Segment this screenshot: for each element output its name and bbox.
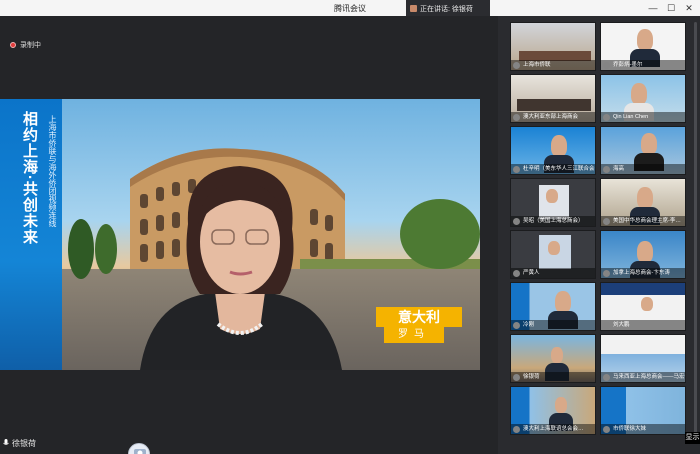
- participant-name: Qin Lian Chen: [601, 112, 685, 122]
- speaker-person: [140, 166, 342, 370]
- speaker-name: 徐银荷: [12, 439, 36, 448]
- close-button[interactable]: ✕: [682, 1, 696, 15]
- participant-tile[interactable]: 冷刚: [510, 282, 596, 331]
- participant-gallery[interactable]: 上海市侨联 乔彭炳-墨尔 澳大利亚东部上海商会 Qin Lian Chen 杜辛…: [498, 16, 700, 454]
- participant-name: 上海市侨联: [511, 60, 595, 70]
- banner-title: 相约上海·共创未来: [21, 111, 38, 245]
- participant-name: 澳大利亚东部上海商会: [511, 112, 595, 122]
- record-dot-icon: [10, 42, 16, 48]
- participant-name: 海高: [601, 164, 685, 174]
- participant-name: 严黄人: [511, 268, 595, 278]
- speaking-indicator: 正在讲话: 徐银荷: [406, 0, 490, 16]
- recording-label: 录制中: [20, 42, 41, 49]
- participant-name: 澳大利上海联谊总会会…: [511, 424, 595, 434]
- speaker-video: 相约上海·共创未来 上海市侨联与海外侨团视频连线 意大利 罗马: [0, 99, 480, 370]
- gallery-scroll-thumb[interactable]: [694, 22, 697, 442]
- tree: [95, 224, 117, 274]
- meeting-window: 腾讯会议 正在讲话: 徐银荷 — ☐ ✕ 录制中 相约上海·共创未来 上海市侨联…: [0, 0, 700, 454]
- participant-name: 冷刚: [511, 320, 595, 330]
- participant-name: 刘大鹏: [601, 320, 685, 330]
- location-city: 罗马: [384, 327, 444, 343]
- participant-tile[interactable]: 徐银荷: [510, 334, 596, 383]
- participant-name: 美国中华总商会理主席-李…: [601, 216, 685, 226]
- participant-name: 加拿上海总商会-卞东涛: [601, 268, 685, 278]
- participant-tile[interactable]: 刘大鹏: [600, 282, 686, 331]
- participant-name: 徐银荷: [511, 372, 595, 382]
- participant-name: 吴昭（美国上海总商会）: [511, 216, 595, 226]
- participant-tile[interactable]: 杜辛明（美东华人三江联合会…: [510, 126, 596, 175]
- participant-avatar-button[interactable]: [128, 443, 150, 454]
- speaking-label: 正在讲话: 徐银荷: [420, 6, 473, 13]
- speaker-name-tag: 徐银荷: [0, 438, 36, 452]
- participant-tile[interactable]: 乔彭炳-墨尔: [600, 22, 686, 71]
- participant-tile[interactable]: 严黄人: [510, 230, 596, 279]
- window-title: 腾讯会议: [334, 4, 366, 13]
- maximize-button[interactable]: ☐: [664, 1, 678, 15]
- participant-tile[interactable]: 澳大利亚东部上海商会: [510, 74, 596, 123]
- tree: [68, 219, 94, 279]
- location-country: 意大利: [376, 307, 462, 327]
- participant-name: 杜辛明（美东华人三江联合会…: [511, 164, 595, 174]
- participant-tile[interactable]: 吴昭（美国上海总商会）: [510, 178, 596, 227]
- minimize-button[interactable]: —: [646, 1, 660, 15]
- show-button[interactable]: 显示: [685, 432, 700, 444]
- main-video-area[interactable]: 录制中 相约上海·共创未来 上海市侨联与海外侨团视频连线 意大利 罗马: [0, 16, 498, 454]
- recording-indicator: 录制中: [10, 40, 41, 50]
- microphone-icon: [3, 439, 9, 445]
- participant-name: 乔彭炳-墨尔: [601, 60, 685, 70]
- tree: [400, 199, 480, 269]
- participant-tile[interactable]: 市侨联徐大妹: [600, 386, 686, 435]
- participant-tile[interactable]: 海高: [600, 126, 686, 175]
- banner-subtitle: 上海市侨联与海外侨团视频连线: [48, 115, 57, 227]
- participant-tile[interactable]: 马来西亚上海总商会——马宏信: [600, 334, 686, 383]
- avatar-icon: [134, 449, 146, 454]
- participant-tile[interactable]: 美国中华总商会理主席-李…: [600, 178, 686, 227]
- speaker-avatar-icon: [410, 5, 417, 12]
- participant-tile[interactable]: Qin Lian Chen: [600, 74, 686, 123]
- participant-name: 马来西亚上海总商会——马宏信: [601, 372, 685, 382]
- title-bar: 腾讯会议 正在讲话: 徐银荷 — ☐ ✕: [0, 0, 700, 16]
- participant-name: 市侨联徐大妹: [601, 424, 685, 434]
- participant-tile[interactable]: 上海市侨联: [510, 22, 596, 71]
- participant-tile[interactable]: 加拿上海总商会-卞东涛: [600, 230, 686, 279]
- event-banner: 相约上海·共创未来 上海市侨联与海外侨团视频连线: [0, 99, 62, 370]
- location-tag: 意大利 罗马: [376, 307, 462, 345]
- participant-tile[interactable]: 澳大利上海联谊总会会…: [510, 386, 596, 435]
